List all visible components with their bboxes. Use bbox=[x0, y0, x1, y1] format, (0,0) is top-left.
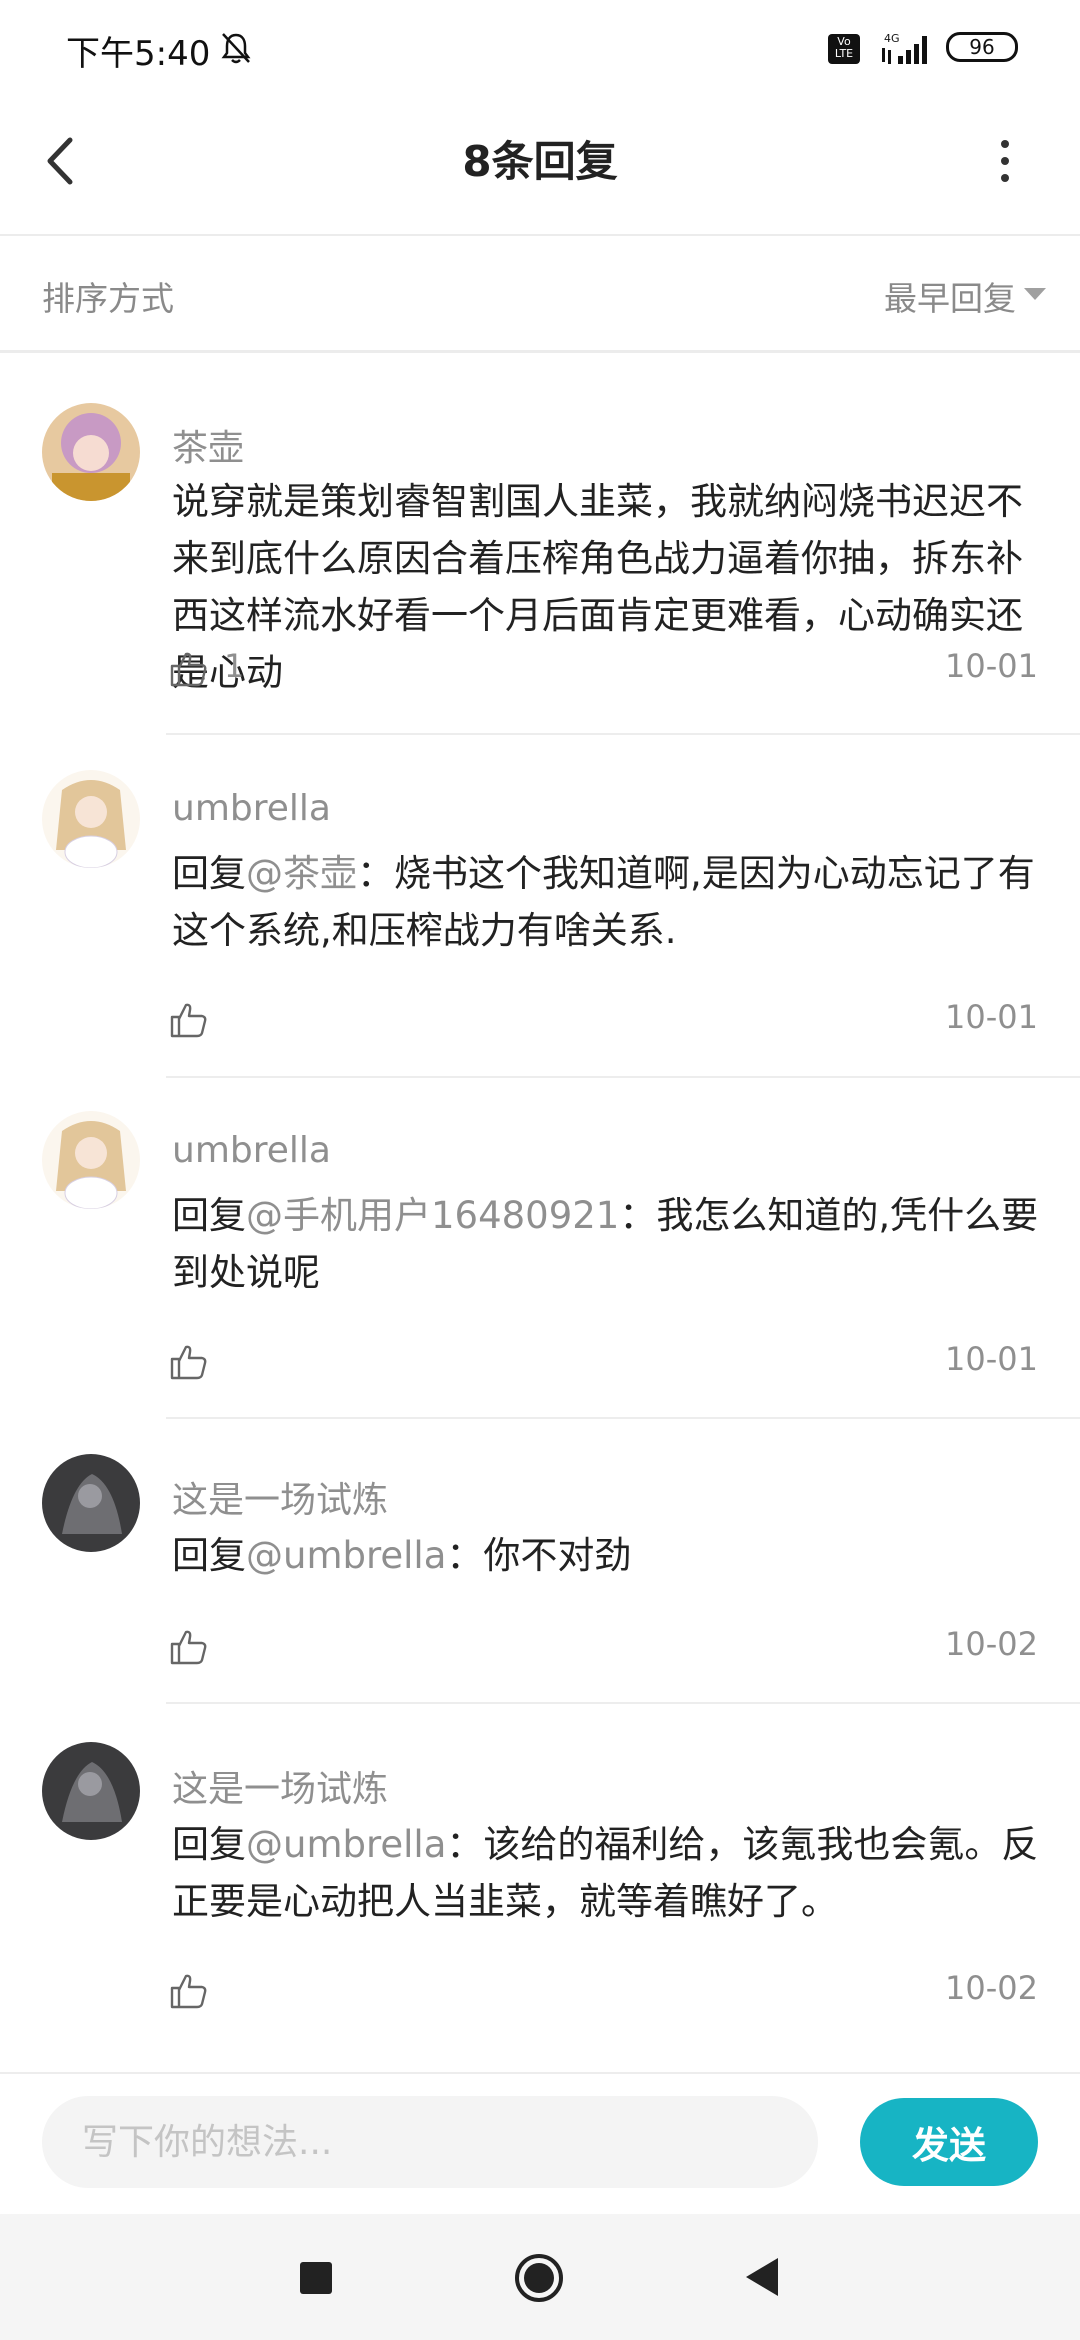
mention-link[interactable]: @茶壶 bbox=[246, 852, 357, 895]
avatar[interactable] bbox=[42, 770, 140, 868]
nav-back-icon[interactable] bbox=[744, 2256, 780, 2298]
sort-dropdown[interactable]: 最早回复 bbox=[884, 272, 1016, 320]
caret-down-icon[interactable] bbox=[1024, 288, 1046, 300]
thumbs-up-icon[interactable] bbox=[168, 649, 208, 689]
system-nav-bar bbox=[0, 2214, 1080, 2340]
comment-date: 10-01 bbox=[945, 647, 1038, 685]
comment-input-bar: 发送 bbox=[0, 2072, 1080, 2216]
comment-text: 说穿就是策划睿智割国人韭菜，我就纳闷烧书迟迟不来到底什么原因合着压榨角色战力逼着… bbox=[172, 480, 1023, 694]
thumbs-up-icon[interactable] bbox=[168, 1000, 208, 1040]
volte-icon: Vo LTE bbox=[828, 34, 860, 64]
comment-input[interactable] bbox=[42, 2096, 818, 2188]
app-header: 8条回复 bbox=[0, 100, 1080, 236]
comment-item: umbrella 回复@茶壶：烧书这个我知道啊,是因为心动忘记了有这个系统,和压… bbox=[0, 735, 1080, 1078]
status-time: 下午5:40 bbox=[66, 34, 211, 74]
comment-text: 回复@umbrella：该给的福利给，该氪我也会氪。反正要是心动把人当韭菜，就等… bbox=[172, 1823, 1039, 1923]
avatar[interactable] bbox=[42, 1742, 140, 1840]
comment-author[interactable]: umbrella bbox=[172, 788, 331, 829]
recents-icon[interactable] bbox=[300, 2262, 332, 2294]
thumbs-up-icon[interactable] bbox=[168, 1342, 208, 1382]
avatar[interactable] bbox=[42, 403, 140, 501]
home-icon[interactable] bbox=[513, 2252, 565, 2304]
signal-icon: 4G bbox=[882, 32, 927, 64]
more-options-icon[interactable] bbox=[990, 138, 1020, 184]
mention-link[interactable]: @手机用户16480921 bbox=[246, 1194, 619, 1237]
comment-author[interactable]: 这是一场试炼 bbox=[172, 1471, 388, 1523]
comment-item: 茶壶 说穿就是策划睿智割国人韭菜，我就纳闷烧书迟迟不来到底什么原因合着压榨角色战… bbox=[0, 353, 1080, 735]
comment-text: 回复@umbrella：你不对劲 bbox=[172, 1534, 632, 1577]
like-count: 1 bbox=[224, 647, 245, 685]
page-title: 8条回复 bbox=[462, 137, 618, 186]
status-bar: 下午5:40 Vo LTE 4G 96 bbox=[0, 0, 1080, 100]
comment-date: 10-01 bbox=[945, 1340, 1038, 1378]
comment-text: 回复@手机用户16480921：我怎么知道的,凭什么要到处说呢 bbox=[172, 1194, 1039, 1294]
comment-date: 10-01 bbox=[945, 998, 1038, 1036]
sort-bar: 排序方式 最早回复 bbox=[0, 236, 1080, 353]
comment-list: 茶壶 说穿就是策划睿智割国人韭菜，我就纳闷烧书迟迟不来到底什么原因合着压榨角色战… bbox=[0, 353, 1080, 2073]
mention-link[interactable]: @umbrella bbox=[246, 1534, 446, 1577]
comment-author[interactable]: 这是一场试炼 bbox=[172, 1760, 388, 1812]
comment-date: 10-02 bbox=[945, 1969, 1038, 2007]
svg-text:4G: 4G bbox=[884, 32, 900, 45]
battery-icon: 96 bbox=[946, 32, 1018, 62]
mention-link[interactable]: @umbrella bbox=[246, 1823, 446, 1866]
avatar[interactable] bbox=[42, 1111, 140, 1209]
thumbs-up-icon[interactable] bbox=[168, 1971, 208, 2011]
avatar[interactable] bbox=[42, 1454, 140, 1552]
comment-author[interactable]: 茶壶 bbox=[172, 419, 244, 471]
bell-off-icon bbox=[221, 33, 251, 64]
comment-text: 回复@茶壶：烧书这个我知道啊,是因为心动忘记了有这个系统,和压榨战力有啥关系. bbox=[172, 852, 1035, 952]
thumbs-up-icon[interactable] bbox=[168, 1627, 208, 1667]
comment-item: 这是一场试炼 回复@umbrella：你不对劲 10-02 bbox=[0, 1419, 1080, 1704]
sort-label: 排序方式 bbox=[42, 279, 174, 318]
comment-author[interactable]: umbrella bbox=[172, 1130, 331, 1171]
comment-item: umbrella 回复@手机用户16480921：我怎么知道的,凭什么要到处说呢… bbox=[0, 1078, 1080, 1419]
comment-date: 10-02 bbox=[945, 1625, 1038, 1663]
send-button[interactable]: 发送 bbox=[860, 2098, 1038, 2186]
comment-item: 这是一场试炼 回复@umbrella：该给的福利给，该氪我也会氪。反正要是心动把… bbox=[0, 1704, 1080, 2044]
